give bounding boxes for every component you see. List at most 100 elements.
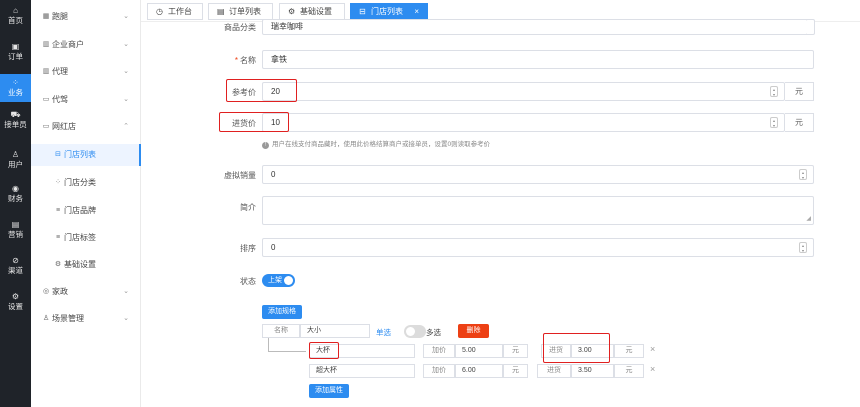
chevron-down-icon: ⌄ (123, 288, 129, 295)
name-label: * 名称 (234, 56, 256, 65)
markup-unit: 元 (503, 344, 528, 358)
category-label: 商品分类 (224, 23, 256, 32)
store-icon: ▭ (42, 123, 50, 130)
purchase-price-unit: 元 (785, 113, 814, 132)
intro-textarea[interactable]: ◢ (262, 196, 814, 225)
ref-price-unit: 元 (785, 82, 814, 101)
info-icon: ! (262, 142, 269, 149)
menu-store[interactable]: ▭ 网红店 ⌃ (31, 119, 141, 135)
menu-store-tag[interactable]: ≡ 门店标签 (31, 230, 141, 246)
menu-store-settings[interactable]: ⚙ 基础设置 (31, 257, 141, 273)
menu-store-list[interactable]: ⊟ 门店列表 (31, 144, 141, 166)
sort-label: 排序 (240, 244, 256, 253)
agent-icon: ▥ (42, 68, 50, 75)
rail-home[interactable]: ⌂ 首页 (0, 6, 31, 25)
cost-unit: 元 (614, 364, 644, 378)
rail-finance[interactable]: ◉ 财务 (0, 184, 31, 203)
tab-basic-settings[interactable]: ⚙ 基础设置 (279, 3, 345, 20)
stepper-icon[interactable]: ▴ ▾ (770, 86, 778, 97)
tab-workbench[interactable]: ◷ 工作台 (147, 3, 203, 20)
highlight-ref-price (226, 79, 297, 102)
stepper-icon[interactable]: ▴ ▾ (770, 117, 778, 128)
remove-row-icon[interactable]: × (650, 364, 655, 374)
tag-icon: ≡ (55, 234, 61, 241)
add-attribute-button[interactable]: 添加属性 (309, 384, 349, 398)
rail-business[interactable]: ⁘ 业务 (0, 74, 31, 102)
markup-input[interactable]: 6.00 (455, 364, 503, 378)
merchant-icon: ▥ (42, 41, 50, 48)
attr-name-input[interactable]: 大小 (300, 324, 370, 338)
category-select[interactable]: 瑞幸咖啡 (262, 19, 814, 35)
tree-connector (268, 338, 306, 352)
menu-errand[interactable]: ▦ 跑腿 ⌄ (31, 9, 141, 25)
remove-row-icon[interactable]: × (650, 344, 655, 354)
sales-input[interactable]: 0 ▴ ▾ (262, 165, 814, 184)
highlight-purchase-price (219, 112, 289, 132)
gear-icon: ⚙ (288, 7, 296, 16)
gear-icon: ⚙ (54, 261, 62, 268)
resize-handle-icon[interactable]: ◢ (806, 215, 811, 222)
intro-label: 简介 (240, 203, 256, 212)
rail-channel[interactable]: ⊘ 渠道 (0, 256, 31, 275)
sort-input[interactable]: 0 ▴ ▾ (262, 238, 814, 257)
clock-icon: ◷ (156, 7, 163, 16)
markup-unit: 元 (503, 364, 528, 378)
markup-label: 加价 (423, 344, 455, 358)
business-icon: ⁘ (12, 78, 19, 87)
settings-icon: ⚙ (11, 292, 20, 301)
status-switch[interactable]: 上架 (262, 274, 295, 287)
menu-store-brand[interactable]: ≡ 门店品牌 (31, 203, 141, 219)
switch-knob (406, 327, 415, 336)
rail-users[interactable]: ♙ 用户 (0, 150, 31, 169)
stepper-icon[interactable]: ▴ ▾ (799, 169, 807, 180)
name-input[interactable]: 拿铁 (262, 50, 814, 69)
purchase-price-input[interactable]: 10 ▴ ▾ (262, 113, 785, 132)
stepper-icon[interactable]: ▴ ▾ (799, 242, 807, 253)
housekeeping-icon: ◎ (42, 288, 50, 295)
menu-housekeeping[interactable]: ◎ 家政 ⌄ (31, 284, 141, 300)
rail-courier[interactable]: ⛟ 接单员 (0, 110, 31, 129)
chevron-down-icon: ⌄ (123, 41, 129, 48)
ref-price-input[interactable]: 20 ▴ ▾ (262, 82, 785, 101)
marketing-icon: ▤ (11, 220, 20, 229)
purchase-price-hint: ! 用户在线支付商品藏时，使用此价格结算商户或接单员，设置0则读取参考价 (262, 138, 490, 149)
category-icon: ⁘ (55, 179, 61, 186)
store-list-icon: ⊟ (55, 151, 61, 158)
cost-input[interactable]: 3.50 (571, 364, 614, 378)
list-icon: ▤ (217, 7, 225, 16)
cost-unit: 元 (614, 344, 644, 358)
chevron-down-icon (806, 19, 815, 35)
tab-order-list[interactable]: ▤ 订单列表 (208, 3, 273, 20)
status-label: 状态 (240, 277, 256, 286)
multi-choice-switch[interactable] (404, 325, 426, 338)
attr-value-input[interactable]: 超大杯 (309, 364, 415, 378)
menu-scene[interactable]: ♙ 场景管理 ⌄ (31, 311, 141, 327)
delete-spec-button[interactable]: 删除 (458, 324, 489, 338)
menu-store-category[interactable]: ⁘ 门店分类 (31, 175, 141, 191)
main-rail: ⌂ 首页 ▣ 订单 ⁘ 业务 ⛟ 接单员 ♙ 用户 ◉ 财务 ▤ 营销 ⊘ 渠道 ⚙ 设置 (0, 0, 31, 407)
switch-knob (284, 276, 293, 285)
close-icon[interactable]: × (414, 4, 419, 19)
brand-icon: ≡ (55, 207, 61, 214)
channel-icon: ⊘ (12, 256, 19, 265)
rail-marketing[interactable]: ▤ 营销 (0, 220, 31, 239)
courier-icon: ⛟ (10, 110, 21, 119)
tab-store-list[interactable]: ⊟ 门店列表 × (350, 3, 428, 20)
menu-agent[interactable]: ▥ 代理 ⌄ (31, 64, 141, 80)
cost-label: 进货 (537, 364, 571, 378)
rail-settings[interactable]: ⚙ 设置 (0, 292, 31, 311)
chevron-down-icon: ⌄ (123, 315, 129, 322)
markup-label: 加价 (423, 364, 455, 378)
menu-merchant[interactable]: ▥ 企业商户 ⌄ (31, 37, 141, 53)
home-icon: ⌂ (13, 6, 18, 15)
single-choice-label[interactable]: 单选 (376, 327, 391, 338)
chevron-up-icon: ⌃ (123, 123, 129, 130)
rail-orders[interactable]: ▣ 订单 (0, 42, 31, 61)
sales-label: 虚拟销量 (224, 171, 256, 180)
finance-icon: ◉ (12, 184, 19, 193)
highlight-cost-value (543, 333, 610, 363)
menu-driver[interactable]: ▭ 代驾 ⌄ (31, 92, 141, 108)
chevron-down-icon: ⌄ (123, 13, 129, 20)
add-spec-button[interactable]: 添加规格 (262, 305, 302, 319)
markup-input[interactable]: 5.00 (455, 344, 503, 358)
